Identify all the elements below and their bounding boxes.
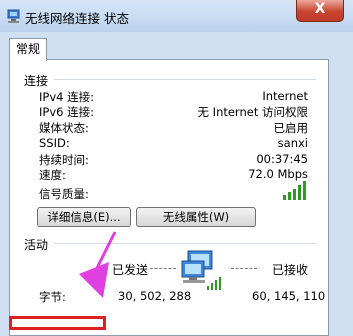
tab-general[interactable]: 常规 <box>9 38 47 61</box>
media-state-value: 已启用 <box>273 121 309 135</box>
duration-value: 00:37:45 <box>256 152 308 166</box>
annotation-arrow-icon <box>79 231 117 298</box>
duration-label: 持续时间: <box>39 153 89 167</box>
signal-quality-label: 信号质量: <box>39 187 89 201</box>
ipv6-value: 无 Internet 访问权限 <box>197 105 308 119</box>
activity-section-header: 活动 <box>24 238 49 252</box>
speed-label: 速度: <box>39 168 66 182</box>
connection-group-divider <box>54 79 316 80</box>
ipv4-label: IPv4 连接: <box>39 90 94 104</box>
media-state-label: 媒体状态: <box>39 121 89 135</box>
ipv4-value: Internet <box>262 89 308 103</box>
ssid-label: SSID: <box>39 136 70 150</box>
speed-value: 72.0 Mbps <box>248 167 308 181</box>
sent-dash-line <box>150 268 176 270</box>
highlight-box <box>9 316 106 330</box>
wireless-properties-button[interactable]: 无线属性(W) <box>136 207 256 227</box>
ipv6-label: IPv6 连接: <box>39 105 94 119</box>
bytes-label: 字节: <box>39 290 66 304</box>
ssid-value: sanxi <box>277 136 308 150</box>
details-button[interactable]: 详细信息(E)... <box>37 207 131 227</box>
window-title: 无线网络连接 状态 <box>25 11 129 26</box>
connection-section-header: 连接 <box>24 74 49 88</box>
bytes-received-value: 60, 145, 110 <box>252 289 326 303</box>
activity-signal-icon <box>207 277 221 290</box>
network-connection-icon <box>7 9 20 23</box>
close-button[interactable]: X <box>296 0 344 22</box>
bytes-sent-value: 30, 502, 288 <box>118 289 192 303</box>
received-label: 已接收 <box>272 263 309 277</box>
received-dash-line <box>231 268 257 270</box>
signal-strength-icon <box>283 181 306 200</box>
close-icon: X <box>314 1 326 17</box>
